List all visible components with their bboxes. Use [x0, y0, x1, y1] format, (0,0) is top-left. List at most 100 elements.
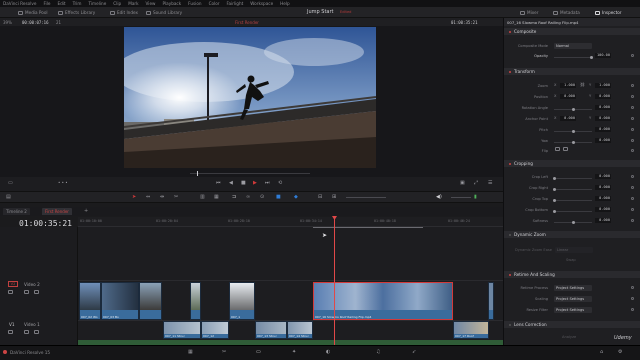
match-frame-icon[interactable]: ▣ — [460, 180, 465, 186]
lens-analyze-button[interactable]: Analyze — [562, 335, 576, 339]
reset-icon[interactable] — [631, 84, 634, 87]
menu-workspace[interactable]: Workspace — [250, 1, 273, 6]
menu-color[interactable]: Color — [209, 1, 220, 6]
go-to-end-icon[interactable]: ⏭ — [265, 180, 270, 186]
timeline-ruler[interactable]: 01:00:10:00 01:00:20:04 01:00:28:10 01:0… — [78, 217, 503, 227]
crop-top-knob[interactable] — [553, 199, 556, 202]
crop-bottom-slider[interactable] — [554, 211, 592, 212]
reset-icon[interactable] — [631, 117, 634, 120]
timeline-timecode[interactable]: 01:00:35:21 — [19, 219, 72, 228]
menu-app-name[interactable]: DaVinci Resolve — [3, 1, 36, 6]
tab-first-render[interactable]: First Render — [42, 208, 72, 215]
reset-icon[interactable] — [631, 308, 634, 311]
clip-v1[interactable]: 007_11 Struc — [163, 321, 201, 339]
resize-filter-dropdown[interactable]: Project Settings — [554, 307, 592, 313]
viewer-zoom[interactable]: 39% — [3, 20, 12, 25]
scrub-playhead[interactable] — [197, 171, 198, 176]
crop-bottom-value[interactable]: 0.000 — [595, 207, 611, 212]
linked-selection-icon[interactable]: ∞ — [246, 194, 250, 200]
zoom-x-value[interactable]: 1.000 — [560, 83, 576, 88]
flip-horizontal-icon[interactable] — [555, 147, 560, 153]
softness-value[interactable]: 0.000 — [595, 218, 611, 223]
section-cropping[interactable]: Cropping — [504, 160, 640, 167]
track-settings-icon-v1[interactable] — [34, 330, 39, 335]
clip-v2[interactable] — [488, 282, 494, 320]
yaw-slider-knob[interactable] — [572, 141, 575, 144]
position-x-value[interactable]: 0.000 — [560, 94, 576, 99]
section-toggle-icon[interactable] — [509, 162, 511, 165]
reset-icon[interactable] — [631, 208, 634, 211]
menu-help[interactable]: Help — [280, 1, 290, 6]
flip-vertical-icon[interactable] — [563, 147, 568, 153]
crop-right-slider[interactable] — [554, 189, 592, 190]
effects-library-button[interactable]: Effects Library — [58, 9, 95, 16]
track-lock-icon-v1[interactable] — [8, 330, 13, 335]
clip-v2[interactable]: 007_1 — [229, 282, 255, 320]
section-retime-scaling[interactable]: Retime And Scaling — [504, 271, 640, 278]
section-toggle-icon[interactable] — [509, 323, 511, 326]
play-icon[interactable]: ▶ — [253, 180, 257, 186]
color-page-icon[interactable]: ◐ — [326, 349, 330, 355]
crop-left-knob[interactable] — [553, 177, 556, 180]
section-toggle-icon[interactable] — [509, 30, 511, 33]
go-to-start-icon[interactable]: ⏮ — [216, 180, 221, 186]
clip-v2[interactable]: 007_03 Bo — [101, 282, 139, 320]
crop-right-knob[interactable] — [553, 188, 556, 191]
settings-gear-icon[interactable]: ⚙ — [618, 349, 622, 355]
menu-playback[interactable]: Playback — [162, 1, 181, 6]
clip-v2[interactable]: 007_02 Wo — [79, 282, 101, 320]
menu-fairlight[interactable]: Fairlight — [227, 1, 244, 6]
clip-v2[interactable] — [190, 282, 201, 320]
add-timeline-tab-icon[interactable]: + — [84, 208, 88, 214]
reset-icon[interactable] — [631, 139, 634, 142]
scaling-dropdown[interactable]: Project Settings — [554, 296, 592, 302]
anchor-y-value[interactable]: 0.000 — [595, 116, 611, 121]
menu-file[interactable]: File — [43, 1, 50, 6]
crop-top-value[interactable]: 0.000 — [595, 196, 611, 201]
loop-icon[interactable]: ⟲ — [278, 180, 282, 186]
selection-tool-icon[interactable]: ➤ — [132, 194, 136, 200]
clip-v1[interactable]: 007_12 — [201, 321, 229, 339]
section-composite[interactable]: Composite — [504, 28, 640, 35]
section-dynamic-zoom[interactable]: Dynamic Zoom — [504, 231, 640, 238]
marker-icon[interactable]: ◆ — [294, 194, 298, 200]
position-lock-icon[interactable]: ⊙ — [260, 194, 264, 200]
blade-tool-icon[interactable]: ✂ — [174, 194, 178, 200]
crop-right-value[interactable]: 0.000 — [595, 185, 611, 190]
track-visibility-icon-v2[interactable] — [24, 290, 29, 295]
reset-icon[interactable] — [631, 175, 634, 178]
dynamic-zoom-swap-button[interactable]: Swap — [566, 258, 576, 262]
insert-clip-icon[interactable]: ▥ — [200, 194, 205, 200]
crop-left-slider[interactable] — [554, 178, 592, 179]
cut-page-icon[interactable]: ✂ — [222, 349, 226, 355]
reset-icon[interactable] — [631, 149, 634, 152]
softness-knob[interactable] — [572, 221, 575, 224]
section-toggle-icon[interactable] — [509, 273, 511, 276]
reset-icon[interactable] — [631, 197, 634, 200]
menu-fusion[interactable]: Fusion — [188, 1, 201, 6]
menu-mark[interactable]: Mark — [128, 1, 138, 6]
clip-v1[interactable]: 007_17 Roof — [453, 321, 489, 339]
viewer-scrub-bar[interactable] — [0, 168, 503, 177]
viewer-settings-icon[interactable]: ☰ — [488, 180, 492, 186]
inspector-button[interactable]: Inspector — [595, 9, 622, 16]
tab-timeline-2[interactable]: Timeline 2 — [3, 208, 30, 215]
mixer-button[interactable]: Mixer — [520, 9, 538, 16]
clip-v1[interactable]: 007_14 Struc — [287, 321, 313, 339]
clip-v2[interactable] — [139, 282, 162, 320]
track-id-v2[interactable]: V2 — [8, 281, 18, 287]
clip-v1[interactable]: 007_13 Struc — [255, 321, 287, 339]
metadata-button[interactable]: Metadata — [553, 9, 580, 16]
viewer-options-icon[interactable]: ▭ — [8, 180, 13, 186]
snapping-icon[interactable]: ⊐ — [232, 194, 236, 200]
viewer-frame[interactable] — [124, 27, 376, 168]
viewer-timeline-name[interactable]: First Render — [235, 20, 259, 25]
dynamic-trim-icon[interactable]: ⇹ — [160, 194, 164, 200]
track-settings-icon-v2[interactable] — [34, 290, 39, 295]
reset-icon[interactable] — [631, 54, 634, 57]
reset-icon[interactable] — [631, 186, 634, 189]
opacity-slider[interactable] — [554, 57, 592, 58]
yaw-value[interactable]: 0.000 — [595, 138, 611, 143]
flag-icon[interactable]: ■ — [276, 194, 281, 200]
timeline-playhead[interactable] — [334, 217, 335, 345]
